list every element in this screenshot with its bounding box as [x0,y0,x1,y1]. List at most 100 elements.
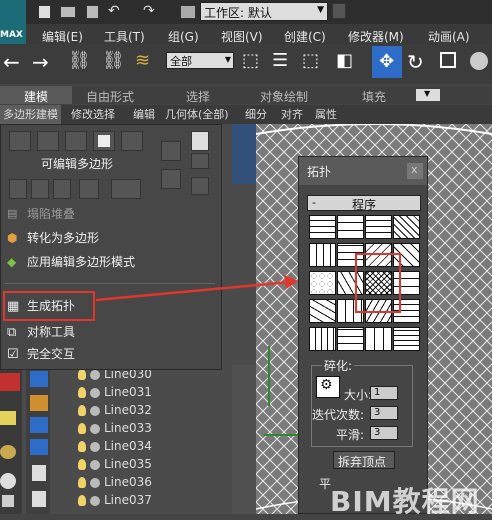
tab-subdivision[interactable]: 细分 [242,105,270,124]
modify-mode-icon[interactable] [191,131,209,151]
size-spinner[interactable]: 1 [370,386,398,400]
yellow-square-icon[interactable] [0,411,16,425]
pattern-cell[interactable] [309,243,336,267]
save-icon[interactable] [86,5,99,19]
open-folder-icon[interactable] [60,6,76,18]
program-rollout-header[interactable]: - 程序 [307,195,421,212]
light-bulb-icon[interactable] [78,405,86,416]
polygon-mode-icon[interactable] [93,131,115,151]
pattern-cell[interactable] [365,215,392,239]
convert-to-poly-item[interactable]: 转化为多边形 [27,229,99,247]
generate-topology-item[interactable]: 生成拓扑 [27,297,75,315]
scale-icon[interactable] [440,52,456,68]
menu-create[interactable]: 创建(C) [284,28,326,45]
collapse-stack-item[interactable]: 塌陷堆叠 [27,205,75,223]
list-item[interactable]: Line035 [104,457,152,471]
list-item[interactable]: Line031 [104,385,152,399]
symmetry-tool-item[interactable]: 对称工具 [27,323,75,341]
tab-edit[interactable]: 编辑 [130,105,158,124]
full-interaction-item[interactable]: 完全交互 [27,345,75,363]
selection-filter-dropdown[interactable]: 全部 ▼ [166,52,234,69]
remove-modifier-icon[interactable] [191,177,209,195]
redo-large-icon[interactable]: → [32,50,49,74]
visibility-icon[interactable] [90,388,100,398]
menu-animation[interactable]: 动画(A) [428,28,470,45]
pattern-cell[interactable] [393,327,420,351]
iterations-spinner[interactable]: 3 [370,406,398,420]
show-end-result-icon[interactable] [191,153,209,169]
ignore-backfacing-icon[interactable] [9,179,27,199]
ring-icon[interactable] [79,179,99,199]
redo-icon[interactable]: ↷ [143,3,155,19]
yellow-circle-icon[interactable] [0,445,16,459]
render-icon[interactable] [0,373,20,391]
tab-modeling[interactable]: 建模 [0,86,72,104]
pattern-cell[interactable] [309,299,336,323]
undo-large-icon[interactable]: ← [3,50,20,74]
light-bulb-icon[interactable] [78,441,86,452]
pattern-cell[interactable] [337,327,364,351]
visibility-icon[interactable] [90,496,100,506]
visibility-icon[interactable] [90,406,100,416]
make-unique-icon[interactable] [161,169,181,189]
placement-icon[interactable] [470,52,488,70]
close-button[interactable]: x [407,163,423,179]
discard-vertices-button[interactable]: 拆弃顶点 [333,451,395,469]
shrink-icon[interactable] [31,179,49,199]
tool-icon-f[interactable] [32,491,46,507]
border-mode-icon[interactable] [65,131,87,151]
undo-icon[interactable]: ↶ [108,3,120,19]
light-bulb-icon[interactable] [78,459,86,470]
visibility-icon[interactable] [90,478,100,488]
tool-icon-b[interactable] [30,395,48,411]
window-crossing-icon[interactable]: ◧ [336,50,353,71]
pattern-cell[interactable] [309,271,336,295]
move-tool-button[interactable]: ✥ [372,46,402,78]
tab-align[interactable]: 对齐 [278,105,306,124]
pattern-cell[interactable] [337,215,364,239]
element-mode-icon[interactable] [121,131,143,151]
light-bulb-icon[interactable] [78,423,86,434]
tool-icon-c[interactable] [30,417,48,433]
visibility-icon[interactable] [90,424,100,434]
light-bulb-icon[interactable] [78,477,86,488]
select-object-icon[interactable]: ⬚ [242,50,259,71]
visibility-icon[interactable] [90,370,100,380]
checkbox-checked-icon[interactable]: ☑ [7,347,19,362]
menu-view[interactable]: 视图(V) [221,28,263,45]
pattern-cell[interactable] [309,215,336,239]
light-bulb-icon[interactable] [78,369,86,380]
unlink-icon[interactable]: ⛓ [102,50,125,71]
visibility-icon[interactable] [90,442,100,452]
pattern-cell[interactable] [365,327,392,351]
new-file-icon[interactable] [38,5,51,19]
tab-object-paint[interactable]: 对象绘制 [260,88,308,105]
tab-populate[interactable]: 填充 [362,88,386,105]
list-item[interactable]: Line034 [104,439,152,453]
select-by-name-icon[interactable]: ☰ [272,50,288,71]
light-bulb-icon[interactable] [78,387,86,398]
pattern-cell[interactable] [393,215,420,239]
bind-spacewarp-icon[interactable]: ≋ [135,50,150,71]
ribbon-options-button[interactable]: ▼ [416,89,440,101]
loop-icon[interactable] [111,179,141,199]
tool-icon-e[interactable] [32,465,46,481]
tab-modify-selection[interactable]: 修改选择 [68,105,118,124]
dialog-titlebar[interactable]: 拓扑 x [299,157,427,185]
menu-edit[interactable]: 编辑(E) [42,28,83,45]
tab-geometry-all[interactable]: 几何体(全部) [162,105,232,124]
vertex-mode-icon[interactable] [9,131,31,151]
link-icon[interactable]: ⛓ [68,50,91,71]
tab-properties[interactable]: 属性 [312,105,340,124]
tool-icon-a[interactable] [30,371,48,387]
list-scrollbar[interactable] [232,365,256,514]
list-item[interactable]: Line033 [104,421,152,435]
light-bulb-icon[interactable] [78,495,86,506]
list-item[interactable]: Line036 [104,475,152,489]
tab-polygon-modeling[interactable]: 多边形建模 [0,105,61,124]
apply-edit-poly-item[interactable]: 应用编辑多边形模式 [27,253,135,271]
workspace-extra-icon[interactable] [332,3,346,19]
grey-square-icon[interactable] [2,495,14,507]
tool-icon-d[interactable] [30,439,48,455]
edge-mode-icon[interactable] [37,131,59,151]
